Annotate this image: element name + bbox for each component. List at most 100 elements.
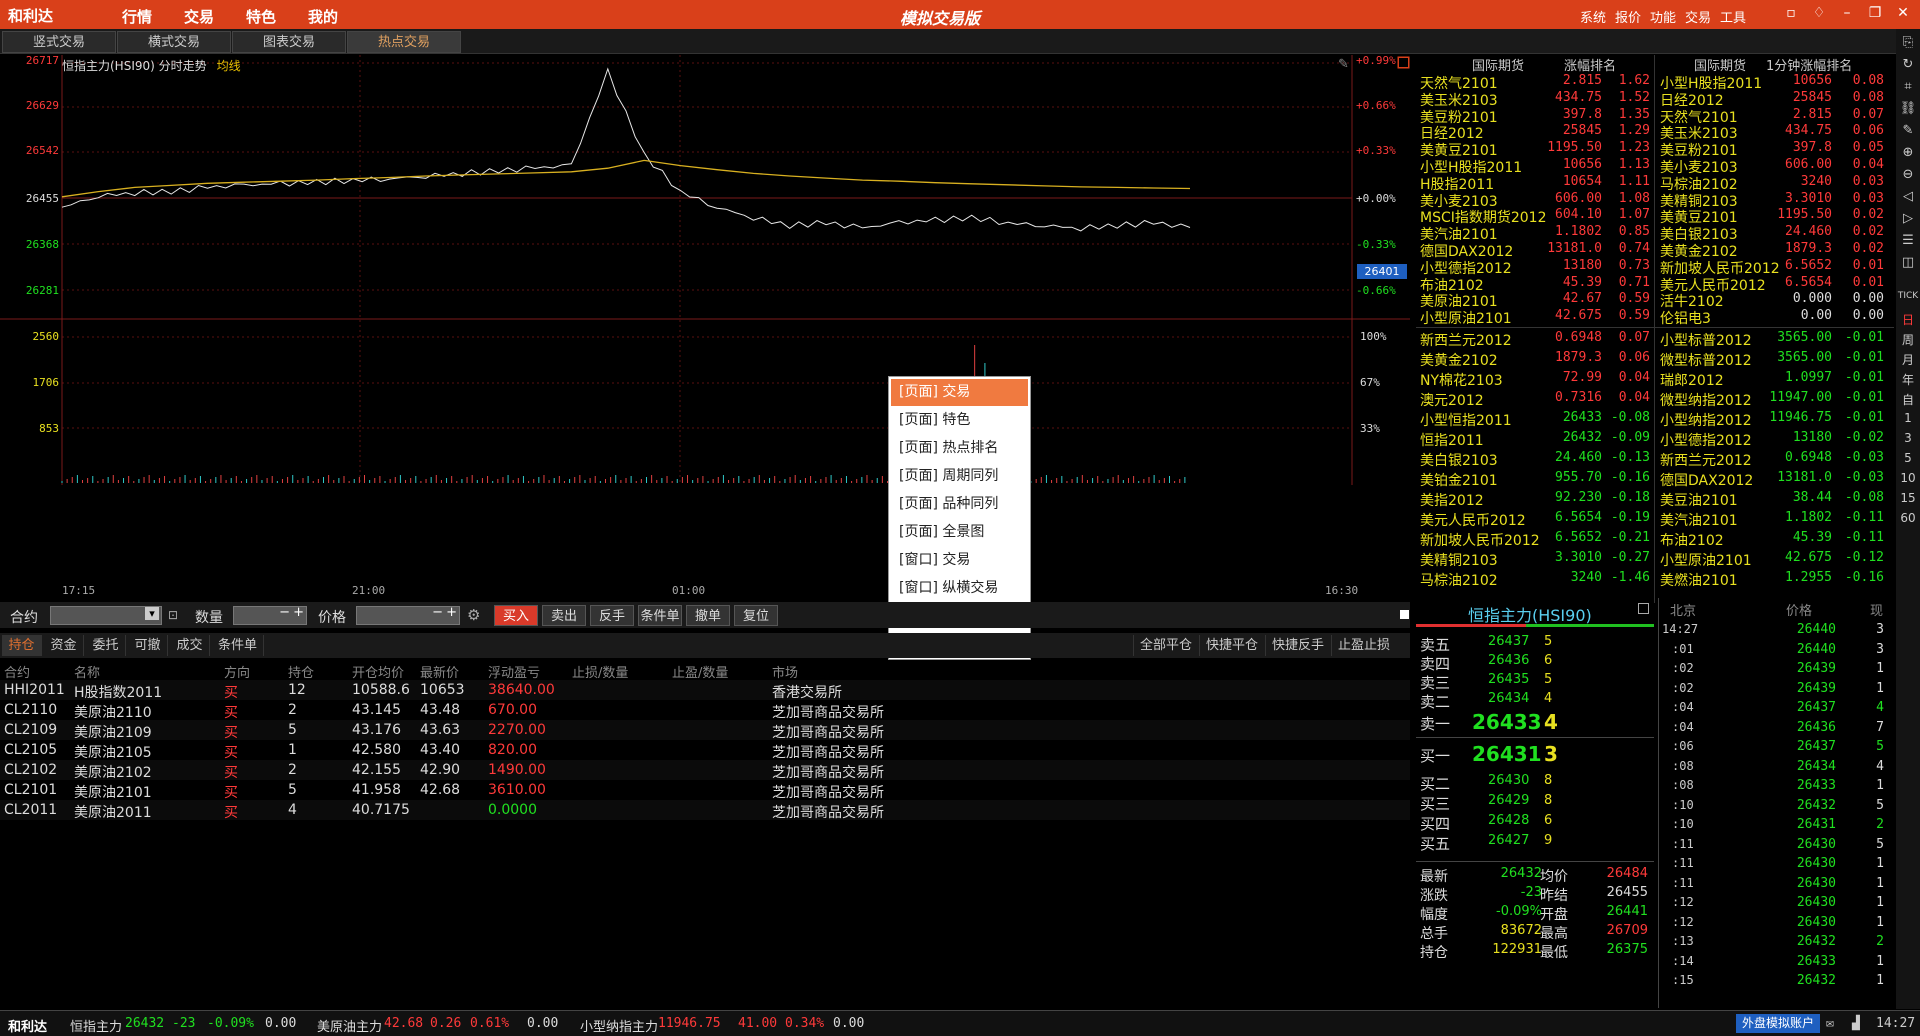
prev-icon[interactable]: ◁ [1896, 189, 1920, 204]
rank-row[interactable]: 瑞郎2012 1.0997 -0.01 [1660, 370, 1898, 389]
tab-fills[interactable]: 成交 [170, 635, 210, 656]
rank-row[interactable]: 美玉米2103 434.75 1.52 [1420, 90, 1658, 109]
minus-icon[interactable]: − [432, 605, 443, 620]
rank-row[interactable]: 美白银2103 24.460 0.02 [1660, 224, 1898, 243]
mail-icon[interactable]: ✉ [1826, 1016, 1834, 1031]
cancel-order-button[interactable]: 撤单 [686, 605, 730, 626]
tab-cancelable[interactable]: 可撤 [128, 635, 168, 656]
menu-function[interactable]: 功能 [1650, 7, 1676, 26]
gear-icon[interactable]: ⚙ [467, 606, 480, 624]
next-icon[interactable]: ▷ [1896, 211, 1920, 226]
rank-row[interactable]: 美玉米2103 434.75 0.06 [1660, 123, 1898, 142]
context-menu-item[interactable]: [页面] 交易 [891, 379, 1028, 406]
rank-row[interactable]: 美元人民币2012 6.5654 0.01 [1660, 275, 1898, 294]
status-instrument-name[interactable]: 美原油主力 [317, 1016, 382, 1035]
rank-row[interactable]: 小型H股指2011 10656 1.13 [1420, 157, 1658, 176]
rank-row[interactable]: 德国DAX2012 13181.0 -0.03 [1660, 470, 1898, 489]
tab-horizontal-trade[interactable]: 横式交易 [117, 31, 231, 53]
rank-row[interactable]: 马棕油2102 3240 0.03 [1660, 174, 1898, 193]
rank-row[interactable]: 美黄金2102 1879.3 0.06 [1420, 350, 1658, 369]
close-icon[interactable]: ✕ [1890, 5, 1916, 21]
minimize-icon[interactable]: – [1834, 5, 1860, 21]
period-button[interactable]: 3 [1896, 431, 1920, 445]
skin-icon[interactable]: ▫ [1778, 5, 1804, 21]
period-button[interactable]: 60 [1896, 511, 1920, 525]
rank-row[interactable]: 美小麦2103 606.00 1.08 [1420, 191, 1658, 210]
menu-quote[interactable]: 报价 [1615, 7, 1641, 26]
rank-row[interactable]: 美指2012 92.230 -0.18 [1420, 490, 1658, 509]
period-button[interactable]: 5 [1896, 451, 1920, 465]
context-menu-item[interactable]: [页面] 热点排名 [891, 435, 1028, 462]
menu-tools[interactable]: 工具 [1720, 7, 1746, 26]
rank-row[interactable]: 美黄豆2101 1195.50 0.02 [1660, 207, 1898, 226]
sell-button[interactable]: 卖出 [542, 605, 586, 626]
tab-hotspot-trade[interactable]: 热点交易 [347, 31, 461, 53]
table-row[interactable]: CL2102 美原油2102 买 2 42.155 42.90 1490.00 芝加哥商品交易… [0, 760, 1410, 781]
period-button[interactable]: 自 [1896, 391, 1920, 408]
rank-row[interactable]: 天然气2101 2.815 1.62 [1420, 73, 1658, 92]
table-row[interactable]: HHI2011 H股指数2011 买 12 10588.6 10653 38640.00 香港… [0, 680, 1410, 701]
rank-row[interactable]: 小型德指2012 13180 0.73 [1420, 258, 1658, 277]
crop-icon[interactable]: ⌗ [1896, 79, 1920, 94]
status-instrument-name[interactable]: 恒指主力 [70, 1016, 122, 1035]
rank-row[interactable]: NY棉花2103 72.99 0.04 [1420, 370, 1658, 389]
context-menu-item[interactable]: [页面] 全景图 [891, 519, 1028, 546]
rank-row[interactable]: 天然气2101 2.815 0.07 [1660, 107, 1898, 126]
context-menu-item[interactable]: [窗口] 交易 [891, 547, 1028, 574]
menu-wode[interactable]: 我的 [308, 6, 338, 27]
period-button[interactable]: 周 [1896, 331, 1920, 348]
account-badge[interactable]: 外盘模拟账户 [1736, 1014, 1821, 1033]
rank-row[interactable]: 美小麦2103 606.00 0.04 [1660, 157, 1898, 176]
buy-button[interactable]: 买入 [494, 605, 538, 626]
restore-icon[interactable]: ❐ [1862, 5, 1888, 21]
rank-row[interactable]: 美豆粉2101 397.8 1.35 [1420, 107, 1658, 126]
rank-row[interactable]: 日经2012 25845 0.08 [1660, 90, 1898, 109]
period-button[interactable]: 日 [1896, 311, 1920, 328]
refresh-icon[interactable]: ↻ [1896, 57, 1920, 72]
period-button[interactable]: 10 [1896, 471, 1920, 485]
rank-row[interactable]: 布油2102 45.39 0.71 [1420, 275, 1658, 294]
menu-jiaoyi[interactable]: 交易 [184, 6, 214, 27]
menu-hangqing[interactable]: 行情 [122, 6, 152, 27]
tab-vertical-trade[interactable]: 竖式交易 [2, 31, 116, 53]
stop-profit-loss-button[interactable]: 止盈止损 [1331, 635, 1396, 656]
intraday-chart[interactable] [0, 55, 1410, 600]
pen-icon[interactable]: ✎ [1896, 123, 1920, 138]
rank-row[interactable]: 德国DAX2012 13181.0 0.74 [1420, 241, 1658, 260]
rank-row[interactable]: H股指2011 10654 1.11 [1420, 174, 1658, 193]
period-button[interactable]: 月 [1896, 351, 1920, 368]
minus-icon[interactable]: − [279, 605, 290, 620]
period-button[interactable]: TICK [1896, 291, 1920, 301]
quick-close-button[interactable]: 快捷平仓 [1199, 635, 1264, 656]
context-menu-item[interactable]: [页面] 特色 [891, 407, 1028, 434]
tab-chart-trade[interactable]: 图表交易 [232, 31, 346, 53]
maximize-chart-icon[interactable] [1398, 57, 1409, 68]
menu-system[interactable]: 系统 [1580, 7, 1606, 26]
rank-row[interactable]: 美汽油2101 1.1802 -0.11 [1660, 510, 1898, 529]
table-row[interactable]: CL2011 美原油2011 买 4 40.7175 0.0000 芝加哥商品交易所 [0, 800, 1410, 821]
table-row[interactable]: CL2110 美原油2110 买 2 43.145 43.48 670.00 芝加哥商品交易所 [0, 700, 1410, 721]
rank-row[interactable]: 美黄豆2101 1195.50 1.23 [1420, 140, 1658, 159]
reset-button[interactable]: 复位 [734, 605, 778, 626]
chart-icon[interactable]: ◫ [1896, 255, 1920, 270]
expand-icon[interactable] [1400, 610, 1409, 619]
period-button[interactable]: 15 [1896, 491, 1920, 505]
tab-conditional[interactable]: 条件单 [212, 635, 264, 656]
reverse-button[interactable]: 反手 [590, 605, 634, 626]
menu-trade[interactable]: 交易 [1685, 7, 1711, 26]
rank-row[interactable]: 澳元2012 0.7316 0.04 [1420, 390, 1658, 409]
list-icon[interactable]: ☰ [1896, 233, 1920, 248]
rank-row[interactable]: 微型标普2012 3565.00 -0.01 [1660, 350, 1898, 369]
rank-row[interactable]: 小型标普2012 3565.00 -0.01 [1660, 330, 1898, 349]
link-icon[interactable]: ⛓ [1896, 101, 1920, 116]
rank-row[interactable]: 新加坡人民币2012 6.5652 0.01 [1660, 258, 1898, 277]
rank-row[interactable]: 马棕油2102 3240 -1.46 [1420, 570, 1658, 589]
rank-row[interactable]: 小型原油2101 42.675 -0.12 [1660, 550, 1898, 569]
shirt-icon[interactable]: ♢ [1806, 5, 1832, 21]
tab-positions[interactable]: 持仓 [2, 635, 42, 656]
rank-row[interactable]: 新西兰元2012 0.6948 0.07 [1420, 330, 1658, 349]
rank-row[interactable]: 小型H股指2011 10656 0.08 [1660, 73, 1898, 92]
rank-row[interactable]: 伦铝电3 0.00 0.00 [1660, 308, 1898, 327]
status-instrument-name[interactable]: 小型纳指主力 [580, 1016, 658, 1035]
tab-funds[interactable]: 资金 [44, 635, 84, 656]
